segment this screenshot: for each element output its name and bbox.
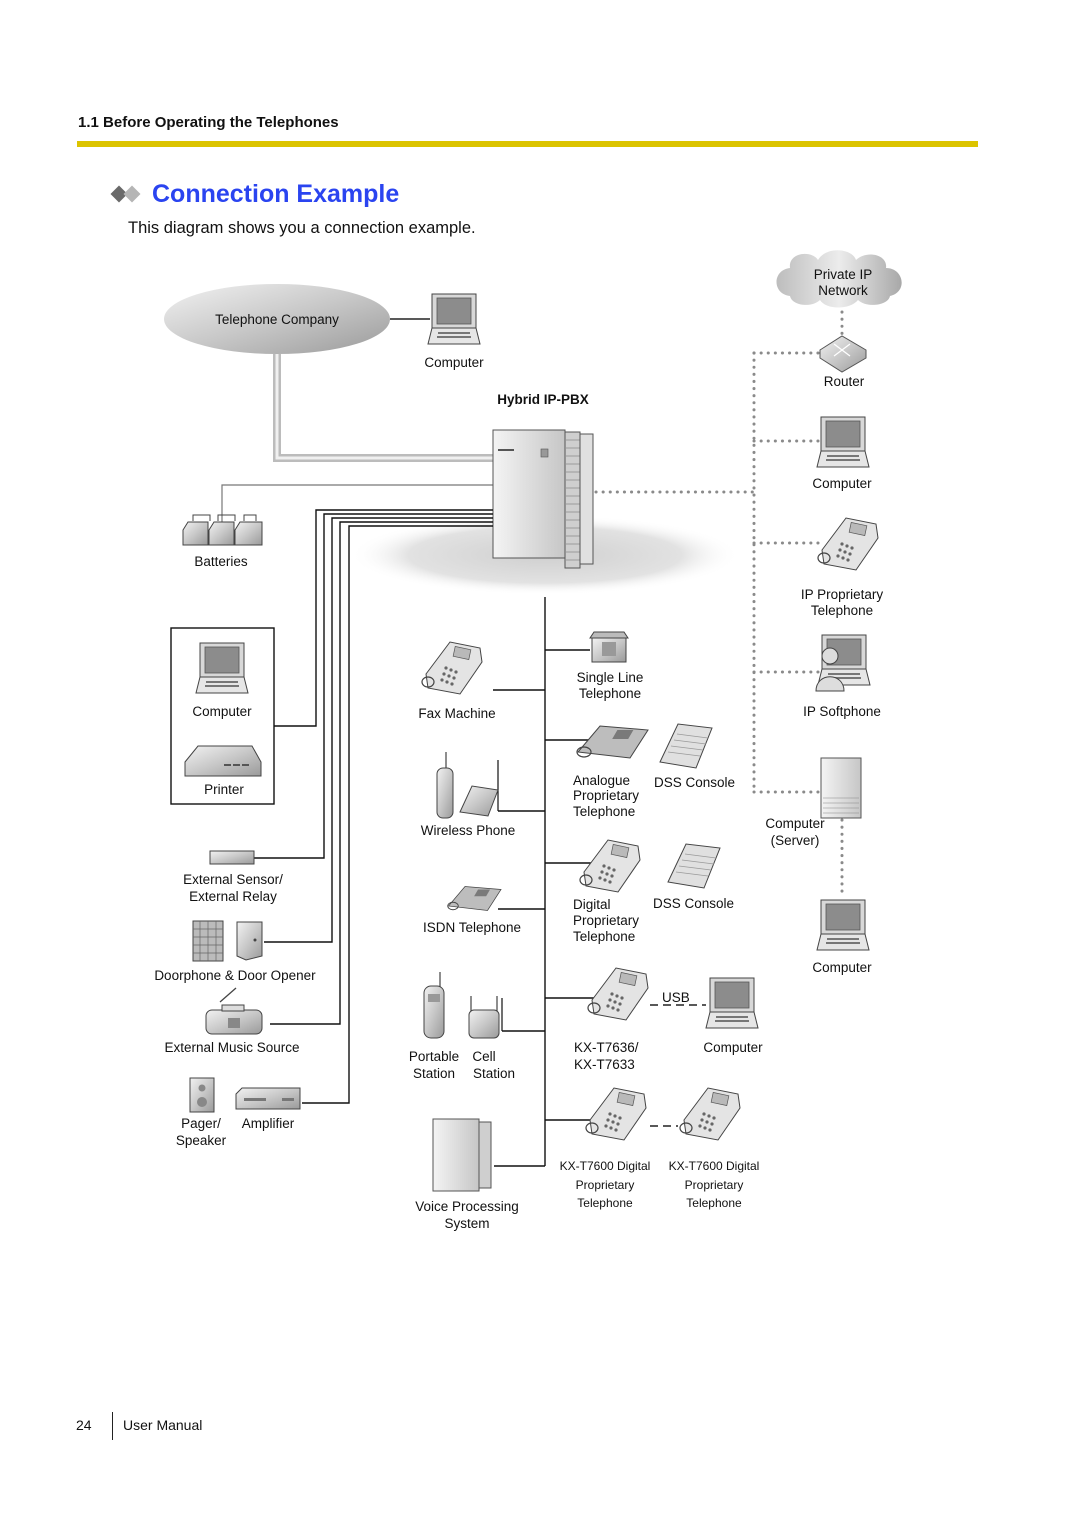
kx-t7600-b-label-2: Proprietary bbox=[685, 1178, 744, 1192]
music-source-icon bbox=[205, 987, 263, 1035]
cell-station-icon bbox=[468, 996, 500, 1039]
door-opener-icon bbox=[236, 921, 263, 961]
digital-label-3: Telephone bbox=[573, 929, 635, 944]
private-ip-network-label-2: Network bbox=[818, 283, 868, 298]
voice-processing-label-1: Voice Processing bbox=[415, 1199, 519, 1214]
single-line-label-1: Single Line bbox=[577, 670, 644, 685]
single-line-label-2: Telephone bbox=[579, 686, 641, 701]
hybrid-ip-pbx-label: Hybrid IP-PBX bbox=[497, 392, 589, 407]
ip-softphone-icon bbox=[815, 634, 871, 692]
analogue-label-3: Telephone bbox=[573, 804, 635, 819]
voice-processing-label-2: System bbox=[444, 1216, 489, 1231]
analogue-proprietary-icon bbox=[576, 725, 649, 759]
server-computer-label: Computer bbox=[812, 960, 872, 975]
isdn-telephone-label: ISDN Telephone bbox=[423, 920, 521, 935]
server-label-2: (Server) bbox=[771, 833, 820, 848]
digital-proprietary-icon bbox=[579, 839, 641, 893]
cell-station-label-1: Cell bbox=[472, 1049, 495, 1064]
doorphone-icon bbox=[192, 920, 224, 962]
amplifier-label: Amplifier bbox=[242, 1116, 295, 1131]
ip-phone-label-1: IP Proprietary bbox=[801, 587, 884, 602]
dss-console-icon bbox=[667, 843, 721, 889]
fax-machine-label: Fax Machine bbox=[418, 706, 495, 721]
kx-t7600-phone-icon bbox=[585, 1087, 647, 1141]
kx-t7600-a-label-3: Telephone bbox=[577, 1196, 633, 1210]
footer-label: User Manual bbox=[123, 1417, 203, 1433]
portable-station-label-2: Station bbox=[413, 1066, 455, 1081]
top-computer-label: Computer bbox=[424, 355, 484, 370]
router-label: Router bbox=[824, 374, 865, 389]
fax-machine-icon bbox=[421, 641, 483, 695]
voice-processing-icon bbox=[432, 1118, 492, 1192]
connection-diagram: Telephone Company Computer Batteries Hyb… bbox=[154, 250, 902, 1231]
kx-t7636-icon bbox=[587, 967, 649, 1021]
music-source-label: External Music Source bbox=[164, 1040, 299, 1055]
ip-softphone-label: IP Softphone bbox=[803, 704, 881, 719]
hybrid-ip-pbx-icon bbox=[492, 429, 594, 569]
printer-label: Printer bbox=[204, 782, 244, 797]
external-sensor-icon bbox=[209, 850, 255, 865]
digital-label-1: Digital bbox=[573, 897, 611, 912]
digital-label-2: Proprietary bbox=[573, 913, 639, 928]
ip-phone-label-2: Telephone bbox=[811, 603, 873, 618]
external-sensor-label-2: External Relay bbox=[189, 889, 277, 904]
portable-station-label-1: Portable bbox=[409, 1049, 459, 1064]
kx-t7600-b-label-1: KX-T7600 Digital bbox=[669, 1159, 760, 1173]
top-computer-icon bbox=[427, 293, 481, 345]
dss-console-icon bbox=[659, 723, 713, 769]
ip-computer-icon bbox=[816, 416, 870, 468]
batteries-label: Batteries bbox=[194, 554, 248, 569]
speaker-icon bbox=[189, 1077, 215, 1113]
pager-label-2: Speaker bbox=[176, 1133, 227, 1148]
isdn-telephone-icon bbox=[447, 886, 502, 911]
pager-label-1: Pager/ bbox=[181, 1116, 221, 1131]
wireless-phone-icon bbox=[436, 752, 499, 819]
server-icon bbox=[820, 757, 862, 819]
kx-t7636-label-2: KX-T7633 bbox=[574, 1057, 635, 1072]
private-ip-network-label-1: Private IP bbox=[814, 267, 873, 282]
dss-console-label-1: DSS Console bbox=[654, 775, 735, 790]
server-computer-icon bbox=[816, 899, 870, 951]
ip-computer-label: Computer bbox=[812, 476, 872, 491]
kx-t7600-phone-icon bbox=[679, 1087, 741, 1141]
ip-proprietary-telephone-icon bbox=[817, 517, 879, 571]
usb-computer-icon bbox=[705, 977, 759, 1029]
doorphone-label: Doorphone & Door Opener bbox=[154, 968, 316, 983]
printer-icon bbox=[184, 745, 262, 777]
cell-station-label-2: Station bbox=[473, 1066, 515, 1081]
analogue-label-1: Analogue bbox=[573, 773, 630, 788]
kx-t7600-a-label-1: KX-T7600 Digital bbox=[560, 1159, 651, 1173]
left-computer-label: Computer bbox=[192, 704, 252, 719]
external-sensor-label-1: External Sensor/ bbox=[183, 872, 283, 887]
page-number: 24 bbox=[76, 1417, 92, 1433]
single-line-telephone-icon bbox=[589, 631, 629, 663]
kx-t7600-a-label-2: Proprietary bbox=[576, 1178, 635, 1192]
amplifier-icon bbox=[235, 1087, 301, 1110]
usb-computer-label: Computer bbox=[703, 1040, 763, 1055]
router-icon bbox=[819, 335, 867, 373]
server-label-1: Computer bbox=[765, 816, 825, 831]
analogue-label-2: Proprietary bbox=[573, 788, 639, 803]
telephone-company-label: Telephone Company bbox=[215, 312, 339, 327]
wireless-phone-label: Wireless Phone bbox=[421, 823, 516, 838]
kx-t7600-b-label-3: Telephone bbox=[686, 1196, 742, 1210]
left-computer-icon bbox=[195, 642, 249, 694]
portable-station-icon bbox=[423, 972, 445, 1039]
footer-divider bbox=[112, 1412, 113, 1440]
dss-console-label-2: DSS Console bbox=[653, 896, 734, 911]
usb-label: USB bbox=[662, 990, 690, 1005]
kx-t7636-label-1: KX-T7636/ bbox=[574, 1040, 639, 1055]
